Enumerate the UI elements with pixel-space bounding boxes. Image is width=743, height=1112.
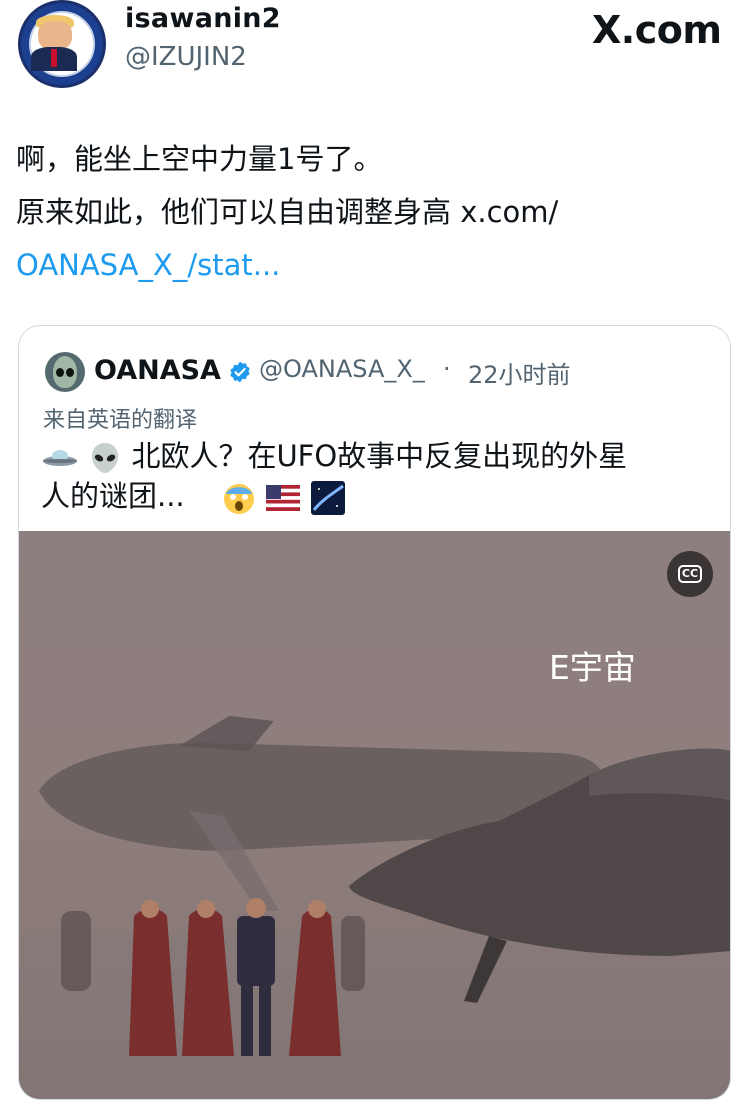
quoted-text: 北欧人？在UFO故事中反复出现的外星 人的谜团...: [41, 436, 701, 516]
us-flag-icon: [266, 485, 301, 511]
separator-dot: ·: [443, 355, 451, 383]
translated-label: 来自英语的翻译: [43, 408, 198, 433]
avatar-tie: [51, 49, 57, 67]
quoted-handle[interactable]: @OANASA_X_: [259, 355, 425, 383]
video-media[interactable]: [19, 531, 730, 1099]
closed-captions-icon: CC: [677, 565, 703, 583]
flying-saucer-icon: [43, 450, 77, 466]
quoted-display-name[interactable]: OANASA: [94, 355, 221, 386]
alien-eye-left: [56, 368, 64, 377]
quoted-text-line-2: 人的谜团...: [41, 476, 701, 516]
tweet-text: 啊，能坐上空中力量1号了。 原来如此，他们可以自由调整身高 x.com/ OAN…: [16, 133, 716, 292]
verified-badge-icon: [230, 361, 250, 383]
tweet-line-2: 原来如此，他们可以自由调整身高 x.com/: [16, 195, 559, 229]
quoted-timestamp[interactable]: 22小时前: [468, 355, 571, 390]
quoted-text-line-1-text: 北欧人？在UFO故事中反复出现的外星: [131, 439, 628, 473]
video-watermark: E宇宙: [549, 648, 636, 687]
galaxy-icon: [310, 481, 345, 515]
x-logo: X.com: [592, 8, 722, 52]
closed-captions-button[interactable]: CC: [667, 551, 713, 597]
author-avatar[interactable]: [18, 0, 106, 88]
quoted-text-line-1: 北欧人？在UFO故事中反复出现的外星: [41, 436, 701, 476]
quoted-avatar[interactable]: [45, 352, 85, 392]
tweet-line-1: 啊，能坐上空中力量1号了。: [16, 142, 383, 176]
author-handle[interactable]: @IZUJIN2: [125, 42, 247, 72]
scream-face-icon: [224, 484, 255, 514]
alien-icon: [92, 443, 119, 473]
tweet-link[interactable]: OANASA_X_/stat...: [16, 239, 716, 292]
author-display-name[interactable]: isawanin2: [125, 3, 281, 34]
quoted-text-line-2-text: 人的谜团...: [41, 479, 185, 513]
alien-eye-right: [66, 368, 74, 377]
video-frame: [19, 716, 730, 1099]
quoted-tweet-card[interactable]: OANASA @OANASA_X_ · 22小时前 来自英语的翻译 北欧人？在U…: [18, 325, 731, 1100]
